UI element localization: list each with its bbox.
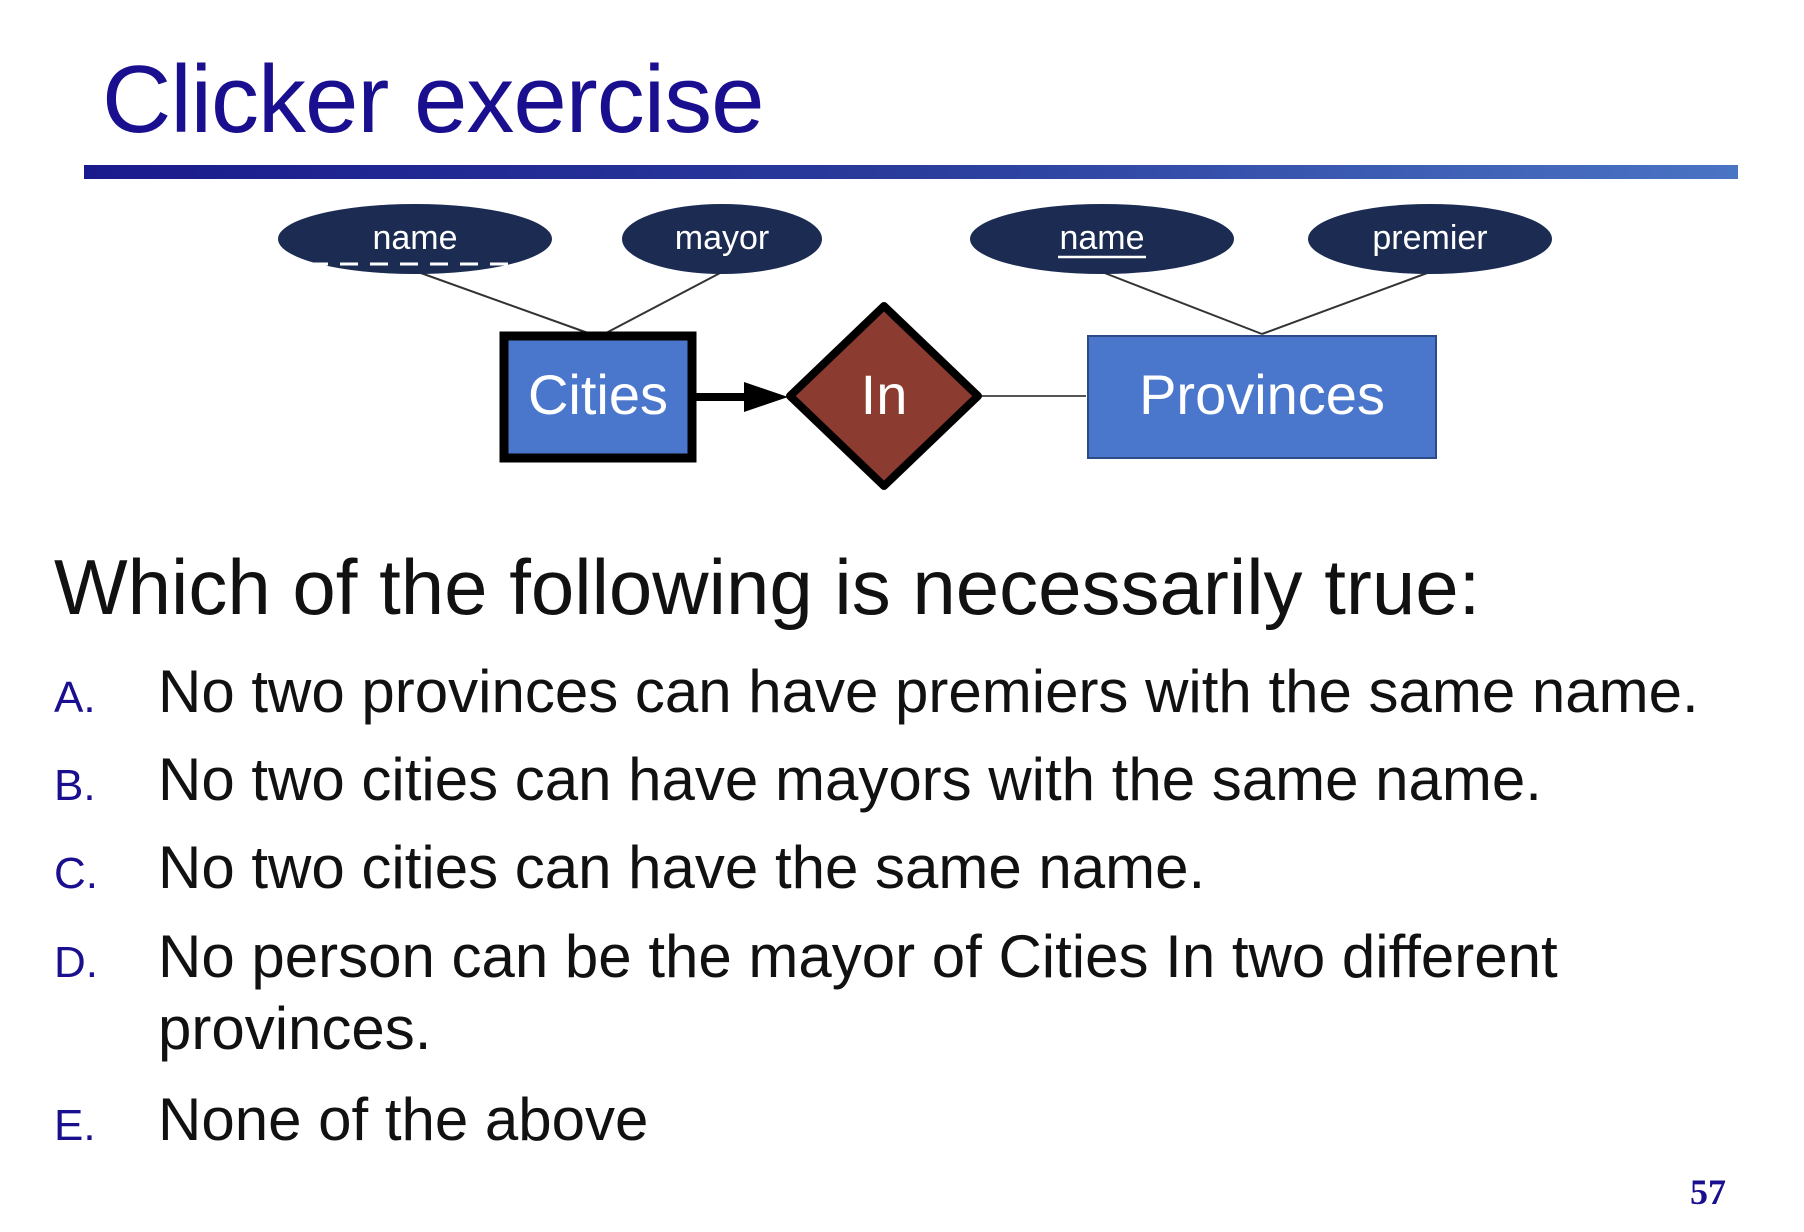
option-d-text: No person can be the mayor of Cities In … [158, 923, 1558, 1062]
svg-text:name: name [1059, 219, 1144, 257]
page-number: 57 [1690, 1172, 1726, 1212]
attribute-city-name: name [278, 204, 552, 274]
svg-text:name: name [372, 219, 457, 257]
option-e-letter: E. [54, 1101, 96, 1150]
relationship-in: In [786, 302, 982, 490]
attribute-city-mayor: mayor [622, 204, 822, 274]
option-d-letter: D. [54, 938, 98, 987]
connector-city-mayor [605, 271, 723, 334]
option-c-letter: C. [54, 849, 98, 898]
option-b-letter: B. [54, 761, 96, 810]
option-e-text: None of the above [158, 1086, 649, 1153]
connector-province-name [1101, 271, 1263, 335]
svg-text:Provinces: Provinces [1139, 363, 1385, 426]
entity-cities: Cities [499, 331, 697, 463]
connector-province-premier [1261, 271, 1431, 335]
attribute-province-name: name [970, 204, 1234, 274]
option-c-text: No two cities can have the same name. [158, 834, 1206, 901]
arrow-head-icon [744, 382, 788, 412]
svg-text:mayor: mayor [675, 219, 769, 257]
entity-provinces: Provinces [1087, 335, 1437, 459]
svg-text:In: In [861, 363, 908, 426]
er-diagram: name mayor name premier Cities In Provin… [278, 204, 1552, 490]
question-text: Which of the following is necessarily tr… [54, 543, 1481, 631]
connector-city-name [417, 271, 589, 334]
option-a-text: No two provinces can have premiers with … [158, 658, 1699, 725]
option-b-text: No two cities can have mayors with the s… [158, 746, 1542, 813]
svg-text:premier: premier [1372, 219, 1487, 257]
option-a-letter: A. [54, 673, 96, 722]
svg-text:Cities: Cities [528, 363, 668, 426]
attribute-province-premier: premier [1308, 204, 1552, 274]
